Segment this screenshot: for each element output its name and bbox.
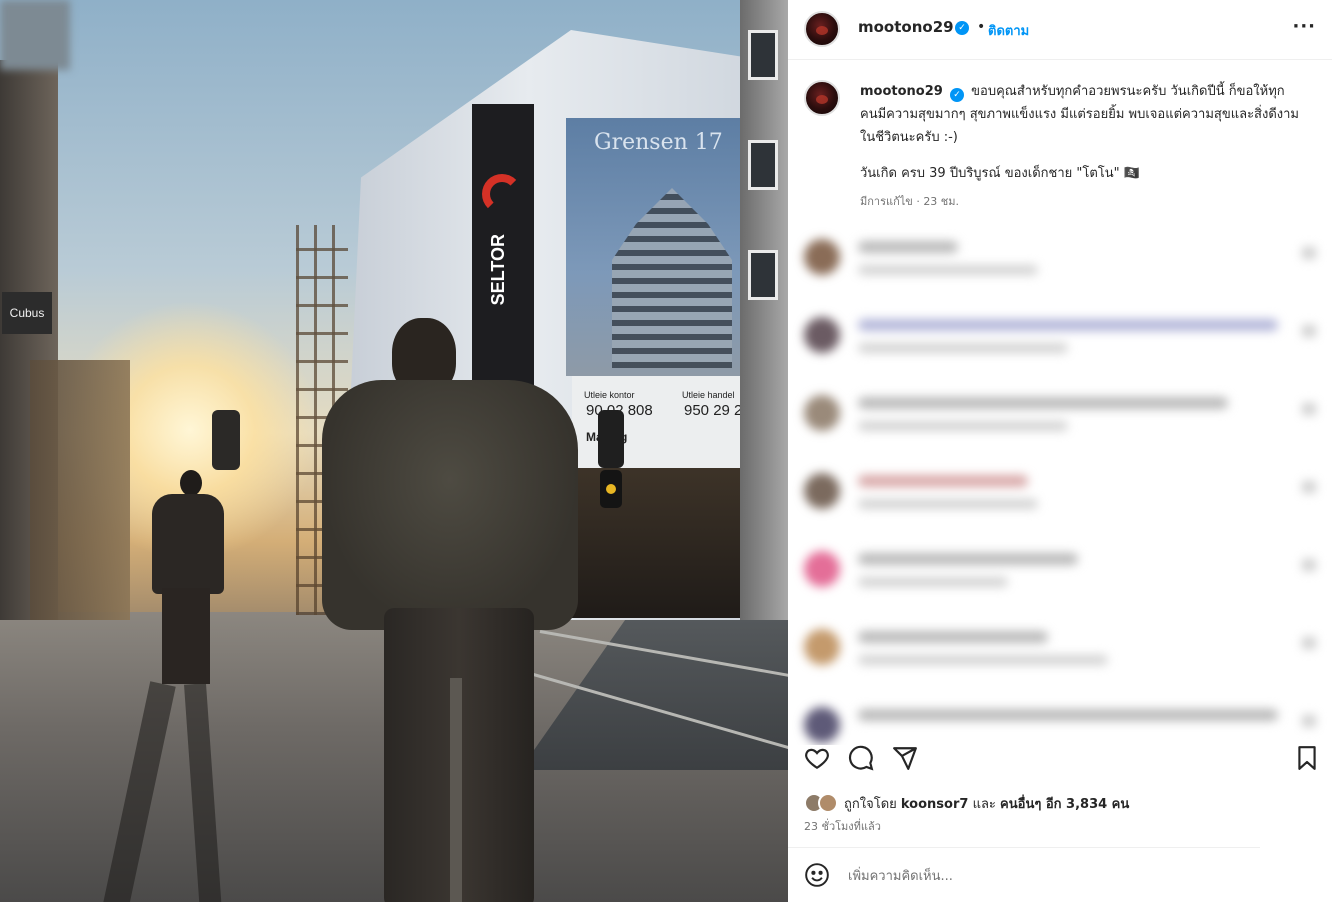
more-options-icon[interactable]: ··· [1292,16,1316,37]
verified-badge-icon: ✓ [949,88,964,102]
person-body [152,494,224,594]
comments-list [788,225,1332,745]
building-left-far [30,360,130,620]
post-timestamp[interactable]: 23 ชั่วโมงที่แล้ว [804,817,881,835]
liker-avatar[interactable] [818,793,838,813]
comment-avatar [804,707,840,743]
comment-like-icon [1302,403,1316,415]
comment-line [858,265,1038,275]
comment-like-icon [1302,325,1316,337]
comment-item-blurred [788,693,1332,745]
comment-avatar [804,629,840,665]
verified-badge-icon: ✓ [955,21,969,35]
comment-avatar [804,551,840,587]
comment-input[interactable] [848,864,1268,888]
person-legs [162,588,210,684]
share-icon[interactable] [892,745,922,775]
leg-gap [450,678,462,902]
header-dot: • [977,19,986,35]
traffic-light [598,410,624,468]
leasing-label-retail: Utleie handel [682,390,735,400]
caption-time[interactable]: 23 ชม. [923,195,959,208]
post-header: mootono29 ✓ • ติดตาม ··· [788,0,1332,60]
traffic-light-amber [600,470,622,508]
add-comment-bar [788,850,1332,902]
comment-item-blurred [788,459,1332,529]
follow-button[interactable]: ติดตาม [988,20,1029,41]
person-head [180,470,202,496]
building-right [740,0,788,620]
heart-icon[interactable] [804,745,834,775]
comment-item-blurred [788,381,1332,451]
seltor-banner-text: SELTOR [488,234,508,306]
caption-line2: วันเกิด ครบ 39 ปีบริบูรณ์ ของเด็กชาย "โต… [860,166,1140,181]
comment-like-icon [1302,559,1316,571]
post-sidebar: mootono29 ✓ • ติดตาม ··· mootono29 ✓ ขอบ… [788,0,1332,902]
header-username[interactable]: mootono29 [858,18,954,36]
comment-line [858,709,1278,721]
leasing-label-office: Utleie kontor [584,390,635,400]
window [748,30,778,80]
comment-line [858,397,1228,409]
comment-line [858,631,1048,643]
comment-item-blurred [788,303,1332,373]
comment-line [858,241,958,253]
likes-count-link[interactable]: คนอื่นๆ อีก 3,834 คน [1000,797,1129,812]
comment-like-icon [1302,715,1316,727]
window [748,140,778,190]
caption-meta: มีการแก้ไข · 23 ชม. [860,192,959,210]
meta-separator: · [916,195,920,208]
comment-line [858,343,1068,353]
action-bar [788,745,1332,785]
liker-username[interactable]: koonsor7 [901,797,969,812]
seltor-logo-icon [482,174,522,214]
likes-middle: และ [972,796,996,812]
comment-line [858,475,1028,487]
comment-line [858,319,1278,331]
emoji-icon[interactable] [804,862,832,890]
person-walking [152,470,224,685]
comment-like-icon [1302,247,1316,259]
comment-line [858,421,1068,431]
blurred-corner [0,0,70,70]
caption-username[interactable]: mootono29 [860,84,943,99]
person-jacket [322,380,578,630]
bookmark-icon[interactable] [1294,745,1324,775]
divider [788,847,1260,848]
likes-prefix: ถูกใจโดย [844,796,897,812]
comment-icon[interactable] [848,745,878,775]
comment-line [858,655,1108,665]
cubus-sign: Cubus [2,292,52,334]
traffic-light [212,410,240,470]
edited-label: มีการแก้ไข [860,195,913,208]
comment-avatar [804,395,840,431]
building-illustration [612,188,732,368]
likes-text: ถูกใจโดย koonsor7 และ คนอื่นๆ อีก 3,834 … [844,793,1129,814]
grensen-banner: Grensen 17 [566,118,756,376]
likes-summary: ถูกใจโดย koonsor7 และ คนอื่นๆ อีก 3,834 … [804,792,1129,814]
comment-line [858,577,1008,587]
caption-avatar[interactable] [804,80,840,116]
grensen-banner-title: Grensen 17 [594,130,723,155]
comment-avatar [804,239,840,275]
comment-item-blurred [788,225,1332,295]
comment-line [858,499,1038,509]
post-photo[interactable]: Cubus SELTOR Grensen 17 Utleie kontor Ut… [0,0,788,902]
comment-like-icon [1302,481,1316,493]
avatar[interactable] [804,11,840,47]
comment-like-icon [1302,637,1316,649]
comment-line [858,553,1078,565]
comment-item-blurred [788,615,1332,685]
window [748,250,778,300]
caption-body: mootono29 ✓ ขอบคุณสำหรับทุกคำอวยพรนะครับ… [860,80,1300,149]
comment-avatar [804,317,840,353]
comment-item-blurred [788,537,1332,607]
comment-avatar [804,473,840,509]
person-foreground [322,318,582,902]
